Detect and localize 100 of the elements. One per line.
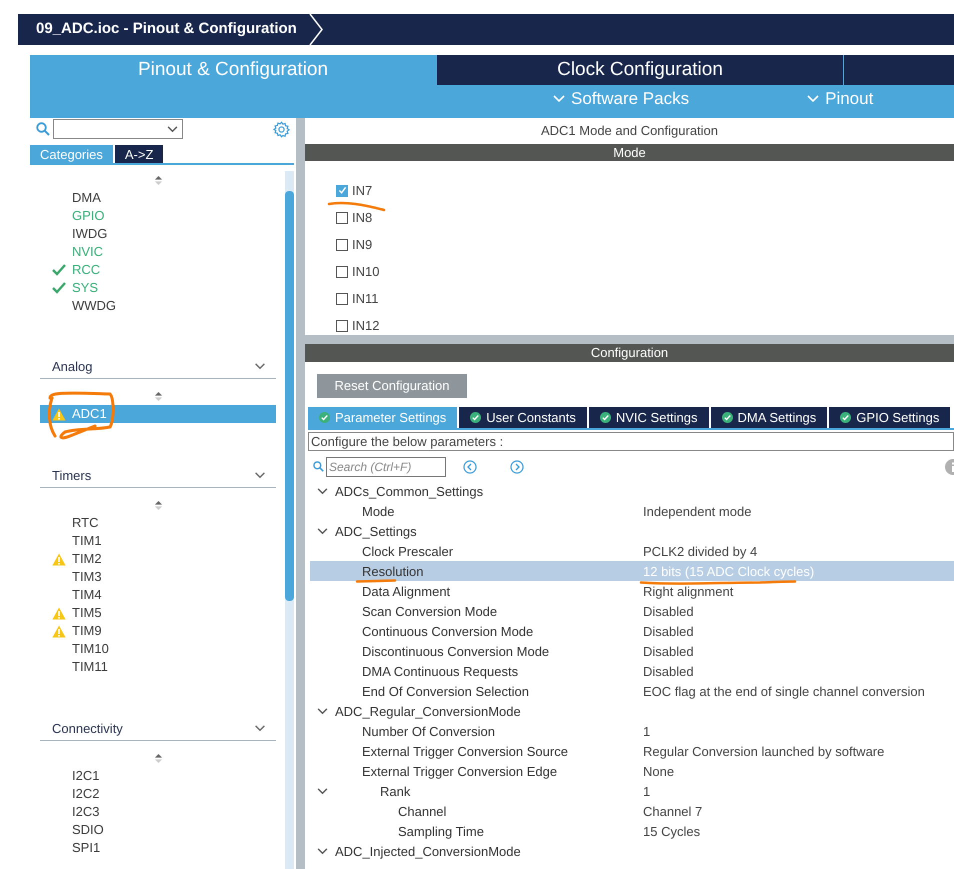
config-tab[interactable]: DMA Settings [710,407,828,428]
chevron-separator-icon [308,14,323,45]
sort-arrows-icon[interactable] [154,500,162,510]
search-field[interactable]: Search (Ctrl+F) [326,456,446,476]
hint-text: Configure the below parameters : [311,432,504,451]
sidebar-item[interactable]: IWDG [72,224,108,244]
config-tab[interactable]: GPIO Settings [829,407,950,428]
warning-icon [52,408,66,420]
search-combobox[interactable] [53,119,183,139]
checkbox-label: IN8 [352,208,372,227]
window-title: 09_ADC.ioc - Pinout & Configuration [35,19,298,40]
checkbox[interactable] [336,184,348,196]
group-label: ADC_Injected_ConversionMode [335,844,521,858]
chevron-down-icon[interactable] [317,528,328,534]
parameter-value: Disabled [643,664,694,678]
chevron-down-icon [807,95,820,103]
parameter-name: Clock Prescaler [362,544,454,558]
parameter-row[interactable]: Continuous Conversion Mode Disabled [310,621,954,641]
checkbox[interactable] [336,238,348,250]
parameter-row[interactable]: Channel Channel 7 [310,801,954,821]
section-header: Mode [613,144,646,162]
sidebar-item[interactable]: DMA [72,188,101,208]
parameter-row[interactable]: End Of Conversion Selection EOC flag at the end of single channel conversion [310,681,954,701]
parameter-value: Channel 7 [643,804,702,818]
chevron-down-icon[interactable] [317,708,328,714]
parameter-value: Right alignment [643,584,734,598]
parameter-value: 12 bits (15 ADC Clock cycles) [643,564,814,578]
parameter-row[interactable]: Number Of Conversion 1 [310,721,954,741]
annotation-underline [356,579,396,583]
scrollbar-thumb[interactable] [285,191,294,601]
sidebar-item[interactable]: WWDG [72,296,116,316]
parameter-row[interactable]: Scan Conversion Mode Disabled [310,601,954,621]
chevron-down-icon[interactable] [317,848,328,854]
parameter-row[interactable]: Data Alignment Right alignment [310,581,954,601]
parameter-name: Rank [380,784,410,798]
checkbox-label: IN9 [352,236,372,254]
sidebar-item[interactable]: RTC [72,513,98,533]
warning-icon [52,606,66,620]
chevron-down-icon[interactable] [254,472,266,479]
main-tab[interactable]: Clock Configuration [437,55,843,85]
check-circle-icon [600,412,611,423]
sort-arrows-icon[interactable] [154,174,162,186]
sidebar-item[interactable]: TIM10 [72,639,109,659]
sidebar-item[interactable]: TIM2 [72,549,102,569]
settings-icon[interactable] [273,120,290,138]
parameter-name: End Of Conversion Selection [362,684,529,698]
parameter-row[interactable]: Resolution 12 bits (15 ADC Clock cycles) [310,561,954,581]
parameter-row[interactable]: Rank 1 [310,781,954,801]
chevron-down-icon[interactable] [317,488,328,494]
warning-icon [52,624,66,638]
chevron-down-icon[interactable] [254,363,266,370]
config-tab[interactable]: NVIC Settings [588,407,709,428]
sidebar-item[interactable]: I2C2 [72,784,100,804]
parameter-row[interactable]: Clock Prescaler PCLK2 divided by 4 [310,541,954,561]
chevron-down-icon[interactable] [317,788,328,794]
group-label: ADC_Regular_ConversionMode [335,704,521,718]
scrollbar-track[interactable] [285,171,294,869]
sidebar-item[interactable]: I2C3 [72,802,100,822]
next-icon[interactable] [510,460,524,474]
chevron-down-icon[interactable] [254,725,266,732]
sidebar-item[interactable]: TIM4 [72,585,102,605]
sidebar-item[interactable]: I2C1 [72,766,100,786]
parameter-row[interactable]: DMA Continuous Requests Disabled [310,661,954,681]
parameter-row[interactable]: External Trigger Conversion Source Regular Conversion launched by software [310,741,954,761]
parameter-row[interactable]: External Trigger Conversion Edge None [310,761,954,781]
sidebar-item[interactable]: TIM3 [72,567,102,587]
parameter-name: Mode [362,504,395,518]
section-title: Timers [52,466,92,485]
checkbox[interactable] [336,320,348,332]
checkbox[interactable] [336,266,348,278]
view-tab[interactable]: A->Z [114,145,164,163]
config-tab[interactable]: User Constants [459,407,587,428]
sort-arrows-icon[interactable] [154,390,162,402]
sidebar-item[interactable]: SPI1 [72,838,100,858]
parameter-row[interactable]: Sampling Time 15 Cycles [310,821,954,841]
parameter-value: Disabled [643,624,694,638]
sidebar-item[interactable]: TIM11 [72,657,108,677]
parameter-row[interactable]: Discontinuous Conversion Mode Disabled [310,641,954,661]
sidebar-item[interactable]: TIM9 [72,621,102,641]
group-label: ADCs_Common_Settings [335,484,484,498]
panel-title: ADC1 Mode and Configuration [540,122,718,140]
group-label: ADC_Settings [335,524,417,538]
checkbox[interactable] [336,212,348,224]
sidebar-item[interactable]: TIM1 [72,531,102,551]
previous-icon[interactable] [463,460,477,474]
chevron-down-icon [553,95,565,103]
sidebar-item[interactable]: TIM5 [72,603,102,623]
parameter-name: Sampling Time [398,824,484,838]
check-circle-icon [319,412,330,423]
sidebar-item[interactable]: SDIO [72,820,104,840]
parameter-row[interactable]: Mode Independent mode [310,501,954,521]
check-circle-icon [722,412,733,423]
parameter-name: Channel [398,804,446,818]
parameter-value: Disabled [643,604,694,618]
parameter-name: Resolution [362,564,424,578]
parameter-name: External Trigger Conversion Edge [362,764,558,778]
section-title: Connectivity [52,720,123,738]
checkbox[interactable] [336,292,348,304]
sort-arrows-icon[interactable] [154,752,162,764]
parameter-name: DMA Continuous Requests [362,664,518,678]
